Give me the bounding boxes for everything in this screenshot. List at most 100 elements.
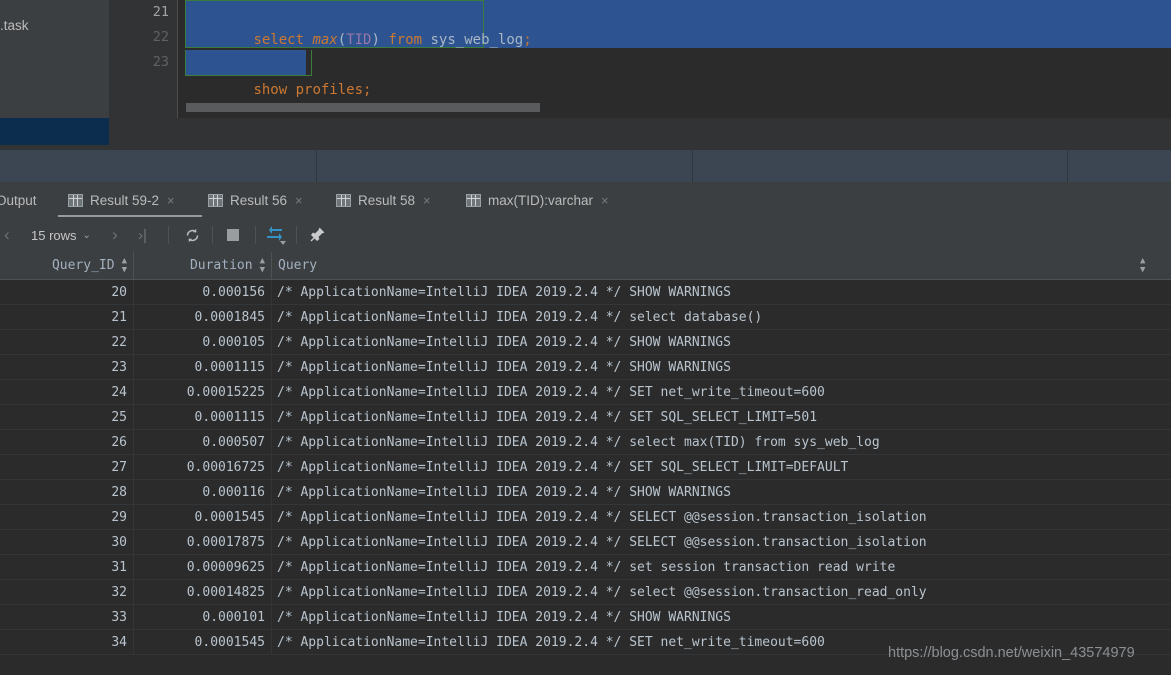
stop-button[interactable] <box>227 218 239 252</box>
table-row[interactable]: 31 0.00009625 /* ApplicationName=IntelliJ … <box>0 555 1171 580</box>
cell-query[interactable]: /* ApplicationName=IntelliJ IDEA 2019.2.… <box>277 430 1171 455</box>
tab-output[interactable]: Output <box>0 182 37 218</box>
cell-query[interactable]: /* ApplicationName=IntelliJ IDEA 2019.2.… <box>277 555 1171 580</box>
cell-duration[interactable]: 0.0001115 <box>134 405 265 430</box>
last-page-button[interactable]: ›| <box>138 218 147 252</box>
selected-side-tab[interactable] <box>0 118 109 145</box>
cell-duration[interactable]: 0.00014825 <box>134 580 265 605</box>
cell-duration[interactable]: 0.0001115 <box>134 355 265 380</box>
cell-query-id[interactable]: 33 <box>0 605 127 630</box>
reload-button[interactable] <box>184 218 201 252</box>
close-icon[interactable]: × <box>167 194 175 207</box>
row-count-dropdown[interactable]: 15 rows ⌄ <box>31 218 91 252</box>
tab-result-56[interactable]: Result 56 × <box>208 182 303 218</box>
tab-label: Result 56 <box>230 192 288 208</box>
next-page-button[interactable]: › <box>112 218 118 252</box>
cell-duration[interactable]: 0.000105 <box>134 330 265 355</box>
close-icon[interactable]: × <box>601 194 609 207</box>
result-tab-bar: Output Result 59-2 × Result 56 × Result … <box>0 182 1171 218</box>
cell-duration[interactable]: 0.000101 <box>134 605 265 630</box>
sort-indicator-icon[interactable]: ▲ ▼ <box>1140 256 1145 275</box>
cell-divider <box>271 505 272 530</box>
table-row[interactable]: 22 0.000105 /* ApplicationName=IntelliJ ID… <box>0 330 1171 355</box>
sql-editor-region: .task 21 22 23 select max(TID) from sys_… <box>0 0 1171 118</box>
cell-query[interactable]: /* ApplicationName=IntelliJ IDEA 2019.2.… <box>277 380 1171 405</box>
cell-query-id[interactable]: 34 <box>0 630 127 655</box>
cell-duration[interactable]: 0.0001545 <box>134 630 265 655</box>
cell-query-id[interactable]: 25 <box>0 405 127 430</box>
cell-query-id[interactable]: 20 <box>0 280 127 305</box>
table-row[interactable]: 21 0.0001845 /* ApplicationName=IntelliJ I… <box>0 305 1171 330</box>
cell-duration[interactable]: 0.0001545 <box>134 505 265 530</box>
close-icon[interactable]: × <box>423 194 431 207</box>
tab-result-59-2[interactable]: Result 59-2 × <box>68 182 175 218</box>
cell-query-id[interactable]: 21 <box>0 305 127 330</box>
cell-query-id[interactable]: 28 <box>0 480 127 505</box>
cell-query-id[interactable]: 27 <box>0 455 127 480</box>
table-row[interactable]: 27 0.00016725 /* ApplicationName=IntelliJ … <box>0 455 1171 480</box>
cell-divider <box>271 605 272 630</box>
cell-query[interactable]: /* ApplicationName=IntelliJ IDEA 2019.2.… <box>277 530 1171 555</box>
cell-duration[interactable]: 0.00016725 <box>134 455 265 480</box>
prev-page-button[interactable]: ‹ <box>4 218 10 252</box>
cell-query-id[interactable]: 22 <box>0 330 127 355</box>
transpose-button[interactable] <box>266 218 288 252</box>
editor-gutter[interactable]: 21 22 23 <box>110 0 178 118</box>
editor-hscroll-thumb[interactable] <box>186 103 540 112</box>
cell-query[interactable]: /* ApplicationName=IntelliJ IDEA 2019.2.… <box>277 330 1171 355</box>
pin-button[interactable] <box>308 218 326 252</box>
cell-duration[interactable]: 0.00015225 <box>134 380 265 405</box>
cell-duration[interactable]: 0.000507 <box>134 430 265 455</box>
table-row[interactable]: 23 0.0001115 /* ApplicationName=IntelliJ I… <box>0 355 1171 380</box>
close-icon[interactable]: × <box>295 194 303 207</box>
column-header-query[interactable]: Query <box>278 252 1158 279</box>
tab-max-tid-varchar[interactable]: max(TID):varchar × <box>466 182 609 218</box>
cell-query[interactable]: /* ApplicationName=IntelliJ IDEA 2019.2.… <box>277 605 1171 630</box>
left-panel-label: .task <box>0 18 29 33</box>
table-row[interactable]: 29 0.0001545 /* ApplicationName=IntelliJ I… <box>0 505 1171 530</box>
cell-duration[interactable]: 0.000116 <box>134 480 265 505</box>
cell-query[interactable]: /* ApplicationName=IntelliJ IDEA 2019.2.… <box>277 280 1171 305</box>
left-tool-panel[interactable]: .task <box>0 0 109 118</box>
cell-query-id[interactable]: 24 <box>0 380 127 405</box>
cell-query[interactable]: /* ApplicationName=IntelliJ IDEA 2019.2.… <box>277 455 1171 480</box>
sort-indicator-icon[interactable]: ▲ ▼ <box>260 256 265 275</box>
cell-query[interactable]: /* ApplicationName=IntelliJ IDEA 2019.2.… <box>277 580 1171 605</box>
cell-query-id[interactable]: 31 <box>0 555 127 580</box>
sort-indicator-icon[interactable]: ▲ ▼ <box>122 256 127 275</box>
cell-query[interactable]: /* ApplicationName=IntelliJ IDEA 2019.2.… <box>277 505 1171 530</box>
nav-band-divider-2 <box>692 150 693 182</box>
cell-query-id[interactable]: 26 <box>0 430 127 455</box>
cell-divider <box>271 580 272 605</box>
table-row[interactable]: 33 0.000101 /* ApplicationName=IntelliJ ID… <box>0 605 1171 630</box>
table-row[interactable]: 30 0.00017875 /* ApplicationName=IntelliJ … <box>0 530 1171 555</box>
column-header-sort-right[interactable]: ▲ ▼ <box>1140 252 1164 279</box>
column-header-query-id[interactable]: Query_ID ▲ ▼ <box>0 252 133 279</box>
grid-icon <box>208 193 223 207</box>
cell-query-id[interactable]: 29 <box>0 505 127 530</box>
cell-query-id[interactable]: 30 <box>0 530 127 555</box>
cell-query-id[interactable]: 32 <box>0 580 127 605</box>
code-area[interactable]: select max(TID) from sys_web_log; show p… <box>179 0 1171 118</box>
table-row[interactable]: 20 0.000156 /* ApplicationName=IntelliJ ID… <box>0 280 1171 305</box>
cell-query[interactable]: /* ApplicationName=IntelliJ IDEA 2019.2.… <box>277 480 1171 505</box>
cell-duration[interactable]: 0.00009625 <box>134 555 265 580</box>
cell-query-id[interactable]: 23 <box>0 355 127 380</box>
table-row[interactable]: 26 0.000507 /* ApplicationName=IntelliJ ID… <box>0 430 1171 455</box>
cell-query[interactable]: /* ApplicationName=IntelliJ IDEA 2019.2.… <box>277 305 1171 330</box>
column-header-duration[interactable]: Duration ▲ ▼ <box>134 252 271 279</box>
chevron-right-icon: › <box>112 225 118 244</box>
table-row[interactable]: 25 0.0001115 /* ApplicationName=IntelliJ I… <box>0 405 1171 430</box>
nav-band-divider-3 <box>1067 150 1068 182</box>
table-row[interactable]: 24 0.00015225 /* ApplicationName=IntelliJ … <box>0 380 1171 405</box>
cell-divider <box>271 455 272 480</box>
table-row[interactable]: 32 0.00014825 /* ApplicationName=IntelliJ … <box>0 580 1171 605</box>
cell-duration[interactable]: 0.000156 <box>134 280 265 305</box>
tab-result-58[interactable]: Result 58 × <box>336 182 431 218</box>
cell-query[interactable]: /* ApplicationName=IntelliJ IDEA 2019.2.… <box>277 405 1171 430</box>
cell-duration[interactable]: 0.00017875 <box>134 530 265 555</box>
table-row[interactable]: 28 0.000116 /* ApplicationName=IntelliJ ID… <box>0 480 1171 505</box>
cell-duration[interactable]: 0.0001845 <box>134 305 265 330</box>
cell-query[interactable]: /* ApplicationName=IntelliJ IDEA 2019.2.… <box>277 355 1171 380</box>
header-divider-2[interactable] <box>271 252 272 279</box>
